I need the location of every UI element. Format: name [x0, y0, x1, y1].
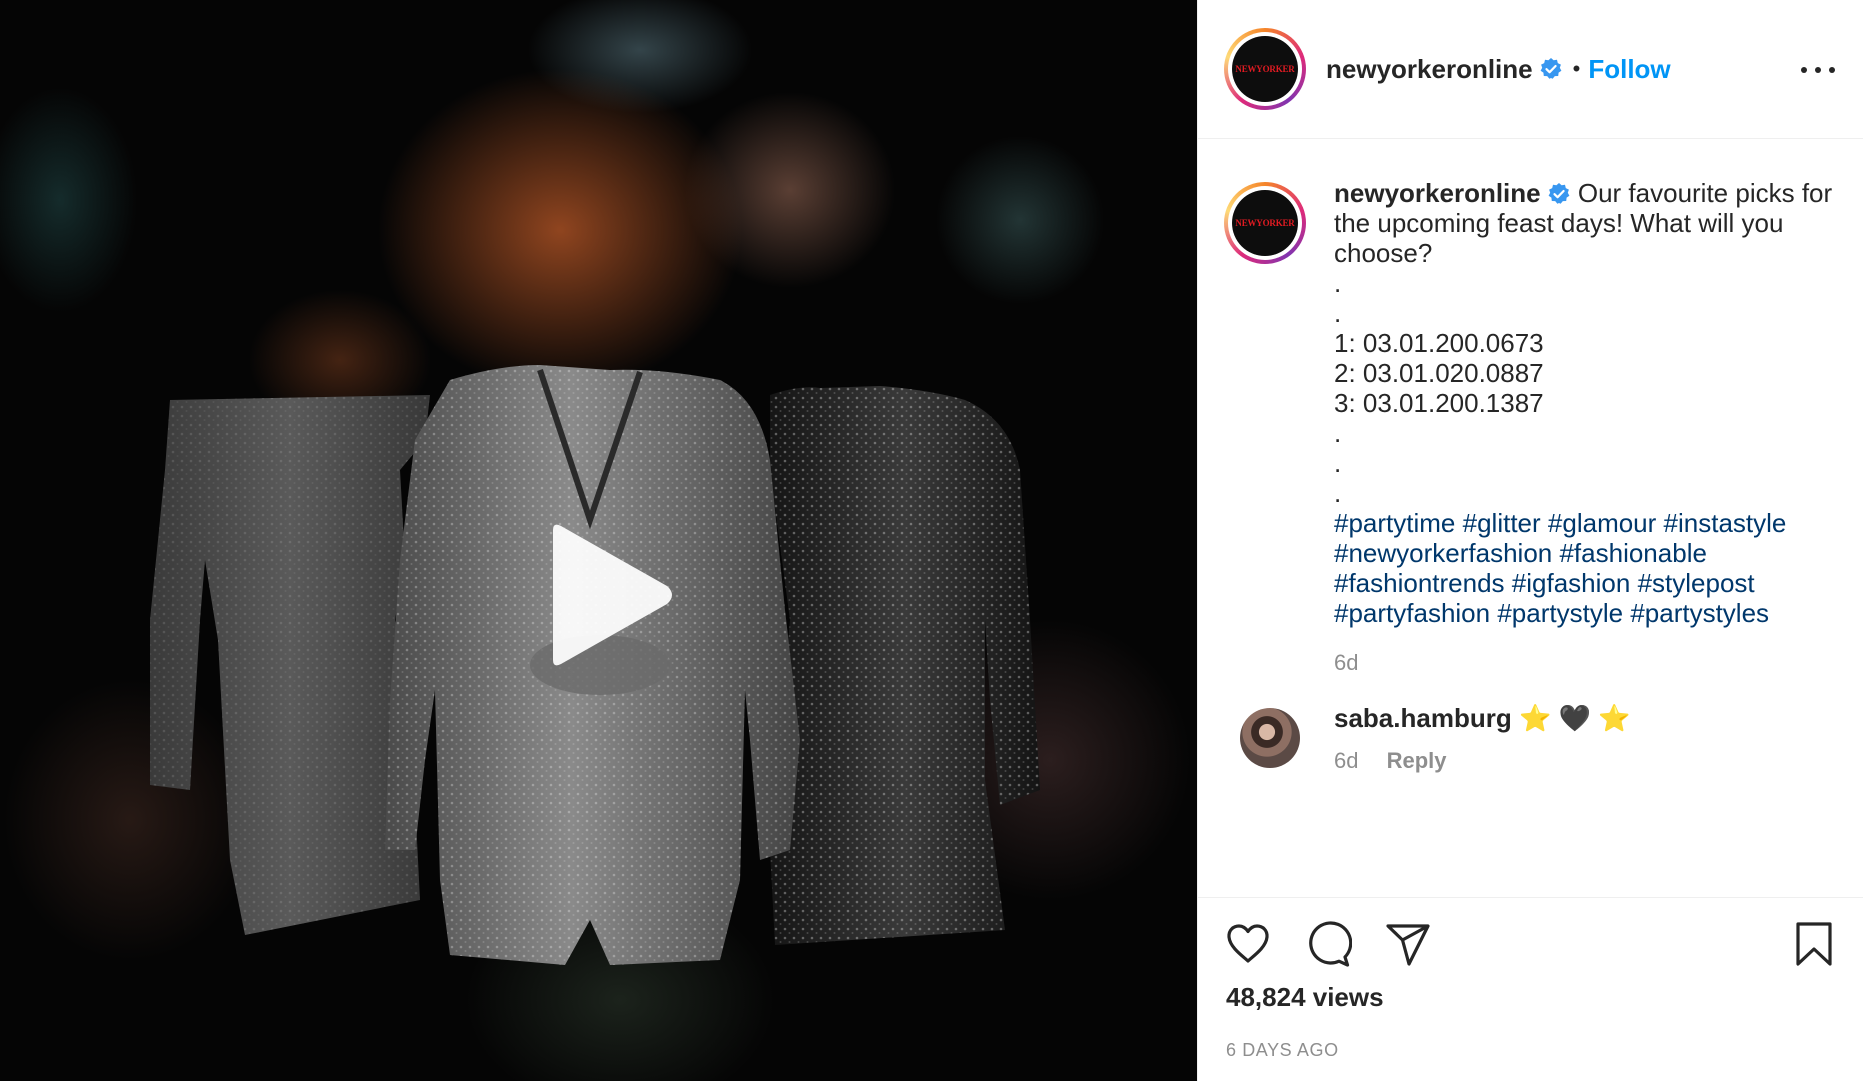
comment-text: ⭐️ 🖤 ⭐️ — [1518, 703, 1631, 733]
caption-dot: . — [1334, 448, 1342, 478]
comment-username[interactable]: saba.hamburg — [1334, 703, 1512, 733]
comments-list[interactable]: NEWYORKER newyorkeronline Our favourite … — [1198, 139, 1863, 896]
caption-item: 1: 03.01.200.0673 — [1334, 328, 1544, 358]
comment-item: saba.hamburg ⭐️ 🖤 ⭐️ 6d Reply — [1198, 684, 1863, 774]
caption-dot: . — [1334, 268, 1342, 298]
hashtag-link[interactable]: #stylepost — [1638, 568, 1755, 598]
comment-timestamp[interactable]: 6d — [1334, 748, 1358, 773]
brand-logo: NEWYORKER — [1232, 190, 1298, 256]
caption-text: newyorkeronline Our favourite picks for … — [1334, 178, 1833, 628]
account-username[interactable]: newyorkeronline — [1326, 54, 1533, 85]
commenter-avatar[interactable] — [1240, 708, 1300, 768]
reply-button[interactable]: Reply — [1387, 748, 1447, 773]
more-icon[interactable] — [1801, 55, 1835, 85]
account-avatar[interactable]: NEWYORKER — [1224, 28, 1306, 110]
post-sidebar: NEWYORKER newyorkeronline • Follow NEWYO… — [1197, 0, 1863, 1081]
hashtag-link[interactable]: #glitter — [1463, 508, 1541, 538]
hashtag-link[interactable]: #newyorkerfashion — [1334, 538, 1552, 568]
post-video[interactable] — [0, 0, 1197, 1081]
bookmark-icon[interactable] — [1790, 920, 1838, 968]
hashtag-link[interactable]: #glamour — [1548, 508, 1656, 538]
comment-body: saba.hamburg ⭐️ 🖤 ⭐️ — [1334, 702, 1833, 734]
action-bar — [1198, 898, 1863, 984]
play-icon[interactable] — [535, 520, 680, 670]
verified-badge-icon — [1548, 183, 1570, 204]
post-caption: NEWYORKER newyorkeronline Our favourite … — [1198, 139, 1863, 676]
post-header: NEWYORKER newyorkeronline • Follow — [1198, 0, 1863, 139]
caption-dot: . — [1334, 418, 1342, 448]
hashtag-link[interactable]: #instastyle — [1664, 508, 1787, 538]
brand-logo: NEWYORKER — [1232, 36, 1298, 102]
caption-username[interactable]: newyorkeronline — [1334, 178, 1541, 208]
hashtag-link[interactable]: #partystyles — [1630, 598, 1769, 628]
hashtag-link[interactable]: #fashiontrends — [1334, 568, 1505, 598]
view-count[interactable]: 48,824 views — [1226, 982, 1384, 1013]
hashtag-link[interactable]: #partytime — [1334, 508, 1455, 538]
dress-right — [770, 386, 1040, 945]
comment-meta: 6d Reply — [1334, 748, 1833, 774]
hashtag-link[interactable]: #fashionable — [1559, 538, 1706, 568]
verified-badge-icon — [1540, 58, 1562, 79]
heart-icon[interactable] — [1224, 920, 1272, 968]
caption-item: 2: 03.01.020.0887 — [1334, 358, 1544, 388]
caption-avatar[interactable]: NEWYORKER — [1224, 182, 1306, 264]
hashtag-link[interactable]: #partyfashion — [1334, 598, 1490, 628]
caption-timestamp[interactable]: 6d — [1334, 650, 1833, 676]
share-icon[interactable] — [1384, 920, 1432, 968]
hashtag-link[interactable]: #partystyle — [1497, 598, 1623, 628]
caption-item: 3: 03.01.200.1387 — [1334, 388, 1544, 418]
post-actions: 48,824 views 6 DAYS AGO — [1198, 897, 1863, 1081]
caption-dot: . — [1334, 298, 1342, 328]
caption-dot: . — [1334, 478, 1342, 508]
comment-icon[interactable] — [1304, 920, 1352, 968]
post-date[interactable]: 6 DAYS AGO — [1226, 1040, 1339, 1061]
follow-button[interactable]: Follow — [1588, 54, 1670, 85]
hashtag-link[interactable]: #igfashion — [1512, 568, 1631, 598]
header-separator: • — [1572, 56, 1581, 81]
dress-left — [150, 395, 430, 935]
instagram-post-view: NEWYORKER newyorkeronline • Follow NEWYO… — [0, 0, 1863, 1081]
hashtag-list: #partytime #glitter #glamour #instastyle… — [1334, 508, 1833, 628]
